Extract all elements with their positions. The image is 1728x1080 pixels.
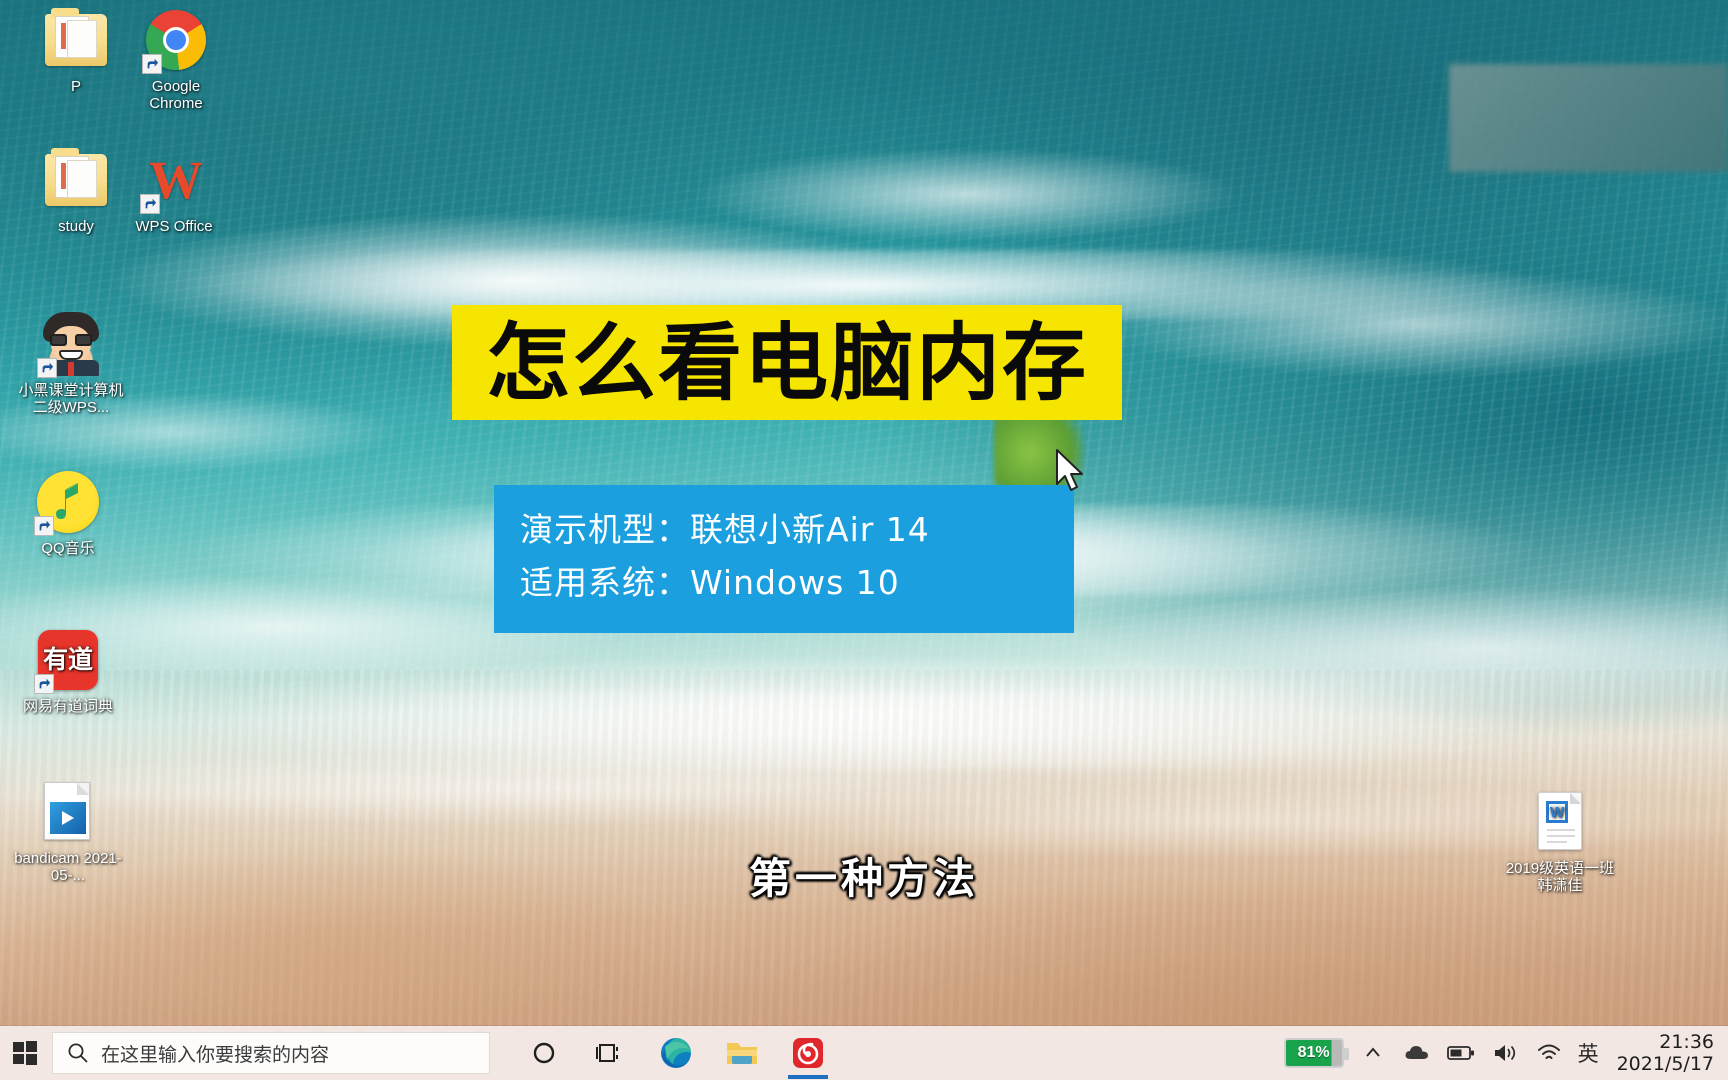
desktop-icon-label: QQ音乐 <box>41 540 95 557</box>
battery-tray-icon[interactable] <box>1446 1038 1476 1068</box>
show-hidden-icons-button[interactable] <box>1358 1038 1388 1068</box>
video-title-banner: 怎么看电脑内存 <box>452 305 1122 420</box>
video-subtitle: 第一种方法 <box>748 854 979 903</box>
wps-office-icon: W <box>140 148 206 214</box>
shortcut-arrow-icon <box>34 674 54 694</box>
desktop-icon-p[interactable]: P <box>20 8 132 95</box>
desktop-icon-xiaohei-classroom[interactable]: 小黑课堂计算机二级WPS... <box>12 312 130 417</box>
battery-percent-badge[interactable]: 81% <box>1283 1038 1349 1068</box>
start-button[interactable] <box>0 1026 50 1080</box>
info-line-device: 演示机型：联想小新Air 14 <box>520 510 930 549</box>
desktop-icon-label: WPS Office <box>135 218 213 235</box>
battery-icon <box>1446 1046 1474 1060</box>
desktop-icon-label: Google Chrome <box>149 78 203 113</box>
desktop-icon-label: 网易有道词典 <box>22 698 113 715</box>
youdao-dictionary-icon: 有道 <box>34 628 100 694</box>
desktop-screen: P Google Chrome study W WPS Office 小黑课堂计… <box>0 0 1728 1080</box>
qq-music-icon <box>34 470 100 536</box>
desktop-icon-google-chrome[interactable]: Google Chrome <box>120 8 232 113</box>
taskbar-button-microsoft-edge[interactable] <box>648 1027 704 1079</box>
chrome-icon <box>142 8 208 74</box>
desktop-icon-youdao-dict[interactable]: 有道 网易有道词典 <box>12 628 124 715</box>
xiaohei-avatar-icon <box>37 312 103 378</box>
taskbar-button-task-view[interactable] <box>582 1027 638 1079</box>
mouse-cursor <box>1056 449 1083 491</box>
shortcut-arrow-icon <box>37 358 57 378</box>
battery-percent-text: 81% <box>1297 1044 1330 1061</box>
shortcut-arrow-icon <box>34 516 54 536</box>
netease-music-icon <box>793 1038 823 1068</box>
taskbar-buttons <box>516 1027 836 1079</box>
search-input[interactable]: 在这里输入你要搜索的内容 <box>52 1032 490 1074</box>
taskbar-button-netease-music[interactable] <box>780 1027 836 1079</box>
task-view-icon <box>596 1044 618 1062</box>
desktop-icon-label: study <box>58 218 94 235</box>
clock-time: 21:36 <box>1659 1030 1714 1053</box>
desktop-icon-label: P <box>70 78 81 95</box>
folder-icon <box>727 1043 757 1064</box>
video-file-icon <box>36 780 100 844</box>
windows-logo-icon <box>13 1041 37 1065</box>
circle-icon <box>533 1042 555 1064</box>
clock-date: 2021/5/17 <box>1616 1053 1714 1075</box>
edge-icon <box>661 1038 691 1068</box>
video-info-box: 演示机型：联想小新Air 14 适用系统：Windows 10 <box>494 485 1074 633</box>
desktop-icon-qq-music[interactable]: QQ音乐 <box>12 470 124 557</box>
folder-icon <box>44 8 108 72</box>
onedrive-tray-icon[interactable] <box>1402 1038 1432 1068</box>
desktop-icon-wps-office[interactable]: W WPS Office <box>118 148 230 235</box>
blurred-region <box>1449 64 1728 172</box>
search-icon <box>68 1043 88 1063</box>
shortcut-arrow-icon <box>140 194 160 214</box>
taskbar-button-file-explorer[interactable] <box>714 1027 770 1079</box>
wifi-icon <box>1537 1044 1560 1059</box>
cloud-icon <box>1405 1046 1428 1059</box>
speaker-icon <box>1494 1045 1515 1061</box>
ime-indicator[interactable]: 英 <box>1578 1038 1599 1068</box>
chevron-up-icon <box>1365 1047 1380 1057</box>
folder-icon <box>44 148 108 212</box>
shortcut-arrow-icon <box>142 54 162 74</box>
volume-tray-icon[interactable] <box>1490 1038 1520 1068</box>
system-tray: 81% 英 21:36 2021/5/17 <box>1283 1031 1728 1076</box>
search-placeholder: 在这里输入你要搜索的内容 <box>101 1043 330 1066</box>
info-line-os: 适用系统：Windows 10 <box>520 563 900 603</box>
taskbar: 在这里输入你要搜索的内容 81% 英 21:36 2021/5/17 <box>0 1026 1728 1080</box>
network-tray-icon[interactable] <box>1534 1038 1564 1068</box>
desktop-icon-study[interactable]: study <box>20 148 132 235</box>
video-title-text: 怎么看电脑内存 <box>485 313 1088 412</box>
desktop-icon-label: 小黑课堂计算机二级WPS... <box>18 382 124 417</box>
clock[interactable]: 21:36 2021/5/17 <box>1613 1031 1714 1076</box>
taskbar-button-cortana[interactable] <box>516 1027 572 1079</box>
